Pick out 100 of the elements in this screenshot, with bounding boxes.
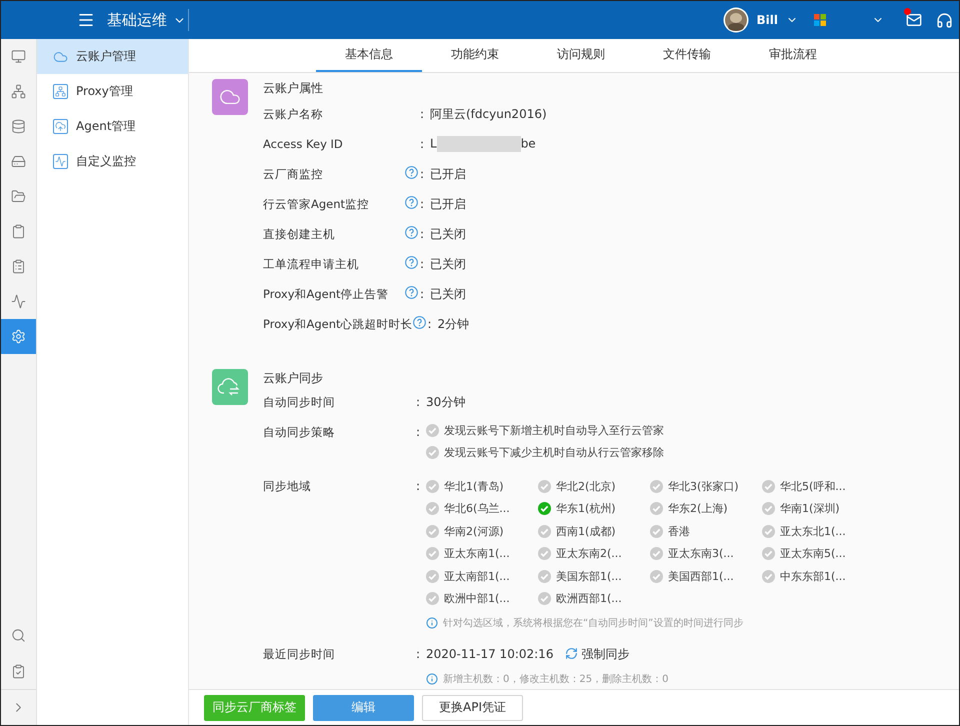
check-icon[interactable]	[762, 524, 775, 538]
check-icon[interactable]	[650, 547, 663, 560]
field-label: 最近同步时间	[263, 646, 335, 663]
help-icon[interactable]	[405, 256, 418, 269]
colon: :	[420, 227, 426, 241]
check-icon[interactable]	[426, 592, 439, 606]
check-icon[interactable]	[426, 524, 439, 538]
headset-icon[interactable]	[936, 12, 953, 28]
help-icon[interactable]	[405, 196, 418, 209]
clipboard-icon	[11, 224, 26, 239]
field-label: 自动同步策略	[263, 424, 335, 441]
tab[interactable]: 文件传输	[634, 39, 740, 72]
colon: :	[416, 394, 420, 411]
field-label: Access Key ID	[263, 137, 344, 151]
region-label: 西南1(成都)	[556, 524, 616, 539]
field-value: 阿里云(fdcyun2016)	[430, 106, 547, 120]
check-icon[interactable]	[762, 547, 775, 560]
folder-icon	[11, 189, 26, 204]
force-sync-link[interactable]: 强制同步	[565, 640, 630, 667]
check-icon[interactable]	[538, 570, 551, 583]
colon: :	[420, 167, 426, 181]
field-value: 已关闭	[430, 226, 466, 240]
field-value: be	[520, 136, 536, 150]
field-value: 已关闭	[430, 256, 466, 270]
app-grid-icon[interactable]	[814, 14, 826, 26]
field-label: 云厂商监控	[263, 166, 324, 182]
cloud-icon	[212, 79, 248, 115]
tab[interactable]: 访问规则	[528, 39, 634, 72]
check-icon[interactable]	[426, 502, 439, 516]
colon: :	[420, 287, 426, 301]
region-label: 欧洲中部1(...	[444, 591, 510, 606]
field-label: 行云管家Agent监控	[263, 196, 370, 212]
search-icon[interactable]	[11, 628, 26, 642]
check-icon[interactable]	[426, 480, 439, 492]
field-label: 自动同步时间	[263, 394, 335, 411]
user-name[interactable]: Bill	[756, 13, 778, 27]
colon: :	[416, 646, 420, 663]
check-icon[interactable]	[538, 480, 551, 492]
submenu-item[interactable]: 自定义监控	[37, 144, 188, 179]
help-icon[interactable]	[405, 166, 418, 179]
avatar-icon[interactable]	[722, 7, 748, 33]
option-label: 发现云账号下减少主机时自动从行云管家移除	[444, 444, 664, 460]
option-label: 发现云账号下新增主机时自动导入至行云管家	[444, 422, 664, 438]
region-label: 华北6(乌兰...	[444, 501, 510, 516]
region-label: 华东1(杭州)	[556, 501, 616, 516]
tab[interactable]: 审批流程	[740, 39, 846, 72]
check-icon[interactable]	[538, 502, 551, 516]
app-title[interactable]: 基础运维	[107, 10, 167, 30]
region-label: 华东2(上海)	[668, 501, 728, 516]
field-label: 同步地域	[263, 478, 311, 495]
check-icon[interactable]	[650, 480, 663, 492]
check-icon[interactable]	[650, 524, 663, 538]
field-value: 2分钟	[438, 316, 470, 330]
cloud-sync-icon	[212, 369, 248, 405]
check-icon[interactable]	[762, 570, 775, 583]
check-icon[interactable]	[538, 524, 551, 538]
field-value: 30分钟	[426, 394, 466, 411]
check-icon[interactable]	[762, 480, 775, 492]
field-label: Proxy和Agent心跳超时时长	[263, 316, 413, 332]
action-button[interactable]: 更换API凭证	[422, 694, 523, 720]
field-label: 云账户名称	[263, 106, 324, 122]
colon: :	[416, 424, 420, 441]
check-icon[interactable]	[426, 446, 439, 458]
rail-button[interactable]	[1, 319, 36, 354]
cloud-icon	[53, 49, 68, 64]
region-label: 香港	[668, 524, 690, 539]
region-label: 亚太东南1(...	[444, 546, 510, 562]
check-icon[interactable]	[650, 570, 663, 583]
region-label: 华南1(深圳)	[780, 501, 840, 516]
region-label: 中东东部1(...	[780, 568, 846, 584]
submenu-item[interactable]: Agent管理	[37, 109, 188, 144]
menu-icon[interactable]	[77, 11, 95, 29]
submenu-item[interactable]: Proxy管理	[37, 74, 188, 109]
colon: :	[420, 257, 426, 271]
tab[interactable]: 功能约束	[422, 39, 528, 72]
tab[interactable]: 基本信息	[316, 39, 422, 72]
check-icon[interactable]	[538, 592, 551, 606]
hint-text: 新增主机数：0，修改主机数：25，删除主机数：0	[443, 672, 668, 686]
help-icon[interactable]	[412, 316, 426, 329]
help-icon[interactable]	[405, 286, 418, 299]
region-label: 欧洲西部1(...	[556, 591, 622, 606]
network-icon	[11, 84, 26, 99]
check-icon[interactable]	[538, 547, 551, 560]
field-label: Proxy和Agent停止告警	[263, 286, 390, 302]
check-icon[interactable]	[426, 424, 439, 436]
field-label: 直接创建主机	[263, 226, 336, 242]
check-icon[interactable]	[426, 570, 439, 583]
field-value: 已关闭	[430, 286, 466, 300]
region-label: 华北2(北京)	[556, 478, 616, 494]
clipboard-list-icon	[11, 259, 26, 274]
check-icon[interactable]	[650, 502, 663, 516]
help-icon[interactable]	[405, 226, 418, 239]
mail-icon[interactable]	[906, 12, 922, 28]
check-icon[interactable]	[426, 547, 439, 560]
pulse-icon	[11, 294, 26, 309]
submenu-item[interactable]: 云账户管理	[37, 39, 188, 74]
network-icon	[53, 84, 68, 99]
clipboard-check-icon[interactable]	[11, 664, 26, 678]
check-icon[interactable]	[762, 502, 775, 516]
drive-icon	[11, 154, 26, 169]
